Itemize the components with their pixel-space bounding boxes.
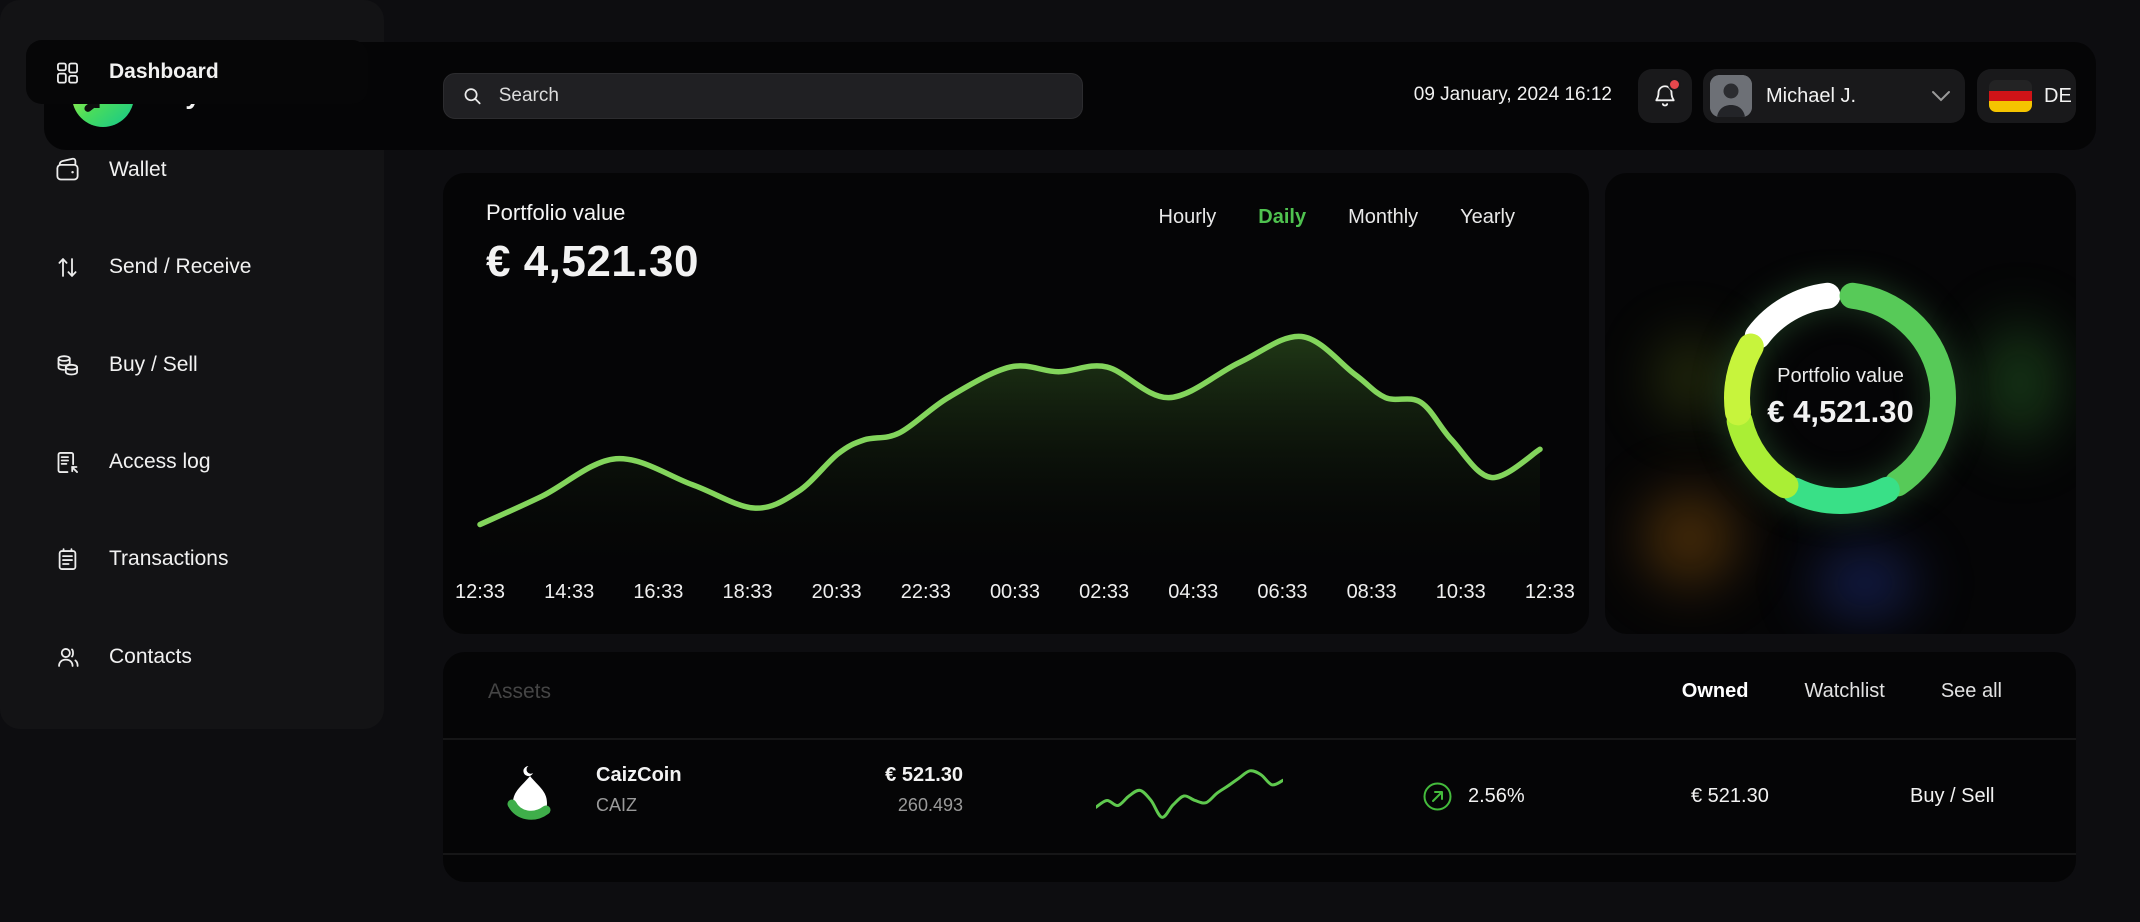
allocation-donut-card: Portfolio value € 4,521.30 [1605,173,2076,634]
asset-row-caizcoin[interactable]: CaizCoin CAIZ € 521.30 260.493 2.56% € 5… [443,740,2076,853]
x-axis-label: 00:33 [990,581,1040,604]
portfolio-title: Portfolio value [486,200,625,226]
sidebar-item-buy-sell[interactable]: Buy / Sell [26,333,368,397]
datetime-label: 09 January, 2024 16:12 [1414,84,1612,106]
access-log-icon [54,449,81,476]
sidebar-item-contacts[interactable]: Contacts [26,625,368,689]
tab-monthly[interactable]: Monthly [1348,206,1418,229]
sidebar-label: Transactions [109,547,228,571]
timeframe-tabs: Hourly Daily Monthly Yearly [1159,206,1516,229]
caizcoin-logo [500,766,560,831]
sidebar-label: Send / Receive [109,255,251,279]
avatar-placeholder [1710,75,1752,117]
asset-symbol: CAIZ [596,795,637,816]
x-axis-label: 08:33 [1347,581,1397,604]
search-input[interactable] [497,84,1064,108]
x-axis-label: 04:33 [1168,581,1218,604]
language-code: DE [2044,85,2072,108]
x-axis-label: 18:33 [722,581,772,604]
user-name: Michael J. [1766,85,1917,108]
donut-value: € 4,521.30 [1605,394,2076,430]
asset-price: € 521.30 [803,764,963,787]
wallet-icon [54,157,81,184]
notification-badge [1668,78,1681,91]
x-axis-label: 20:33 [812,581,862,604]
contacts-icon [54,644,81,671]
dashboard-icon [54,59,81,86]
paycoin-dashboard: P PayCoin 09 January, 2024 16:12 [0,0,2140,922]
x-axis-label: 22:33 [901,581,951,604]
asset-value: € 521.30 [1691,785,1769,808]
assets-title: Assets [488,680,551,704]
x-axis-label: 06:33 [1257,581,1307,604]
x-axis-label: 02:33 [1079,581,1129,604]
language-selector[interactable]: DE [1977,69,2076,123]
chevron-down-icon [1931,90,1951,102]
sidebar-item-wallet[interactable]: Wallet [26,138,368,202]
assets-card: Assets Owned Watchlist See all CaizCoin … [443,652,2076,882]
divider [443,853,2076,855]
sidebar-item-send-receive[interactable]: Send / Receive [26,235,368,299]
tab-watchlist[interactable]: Watchlist [1804,680,1884,703]
search-icon [462,85,483,107]
x-axis-label: 12:33 [1525,581,1575,604]
x-axis-label: 16:33 [633,581,683,604]
donut-label: Portfolio value [1605,365,2076,388]
germany-flag-icon [1989,80,2032,112]
portfolio-value: € 4,521.30 [486,237,699,287]
donut-center: Portfolio value € 4,521.30 [1605,365,2076,430]
search-bar[interactable] [443,73,1083,119]
asset-sparkline [1096,762,1283,830]
sidebar-label: Dashboard [109,60,219,84]
x-axis-label: 12:33 [455,581,505,604]
tab-daily[interactable]: Daily [1258,206,1306,229]
assets-tabs: Owned Watchlist See all [1682,680,2002,703]
buy-sell-link[interactable]: Buy / Sell [1910,785,1994,808]
portfolio-line-chart [443,303,1589,565]
asset-name: CaizCoin [596,764,682,787]
transactions-icon [54,546,81,573]
send-receive-icon [54,254,81,281]
sidebar-item-access-log[interactable]: Access log [26,430,368,494]
user-menu[interactable]: Michael J. [1703,69,1965,123]
tab-see-all[interactable]: See all [1941,680,2002,703]
tab-hourly[interactable]: Hourly [1159,206,1217,229]
asset-change: 2.56% [1468,785,1525,808]
sidebar-label: Wallet [109,158,167,182]
sidebar-item-transactions[interactable]: Transactions [26,527,368,591]
asset-units: 260.493 [803,795,963,816]
avatar [1710,75,1752,117]
sidebar-item-dashboard[interactable]: Dashboard [26,40,368,104]
tab-owned[interactable]: Owned [1682,680,1749,703]
x-axis-labels: 12:33 14:33 16:33 18:33 20:33 22:33 00:33 02:33… [455,581,1575,604]
sidebar-label: Buy / Sell [109,353,198,377]
x-axis-label: 14:33 [544,581,594,604]
sidebar-label: Contacts [109,645,192,669]
tab-yearly[interactable]: Yearly [1460,206,1515,229]
x-axis-label: 10:33 [1436,581,1486,604]
portfolio-chart-card: Portfolio value € 4,521.30 Hourly Daily … [443,173,1589,634]
sidebar-label: Access log [109,450,211,474]
trend-up-icon [1422,781,1453,817]
coins-icon [54,352,81,379]
notifications-button[interactable] [1638,69,1692,123]
